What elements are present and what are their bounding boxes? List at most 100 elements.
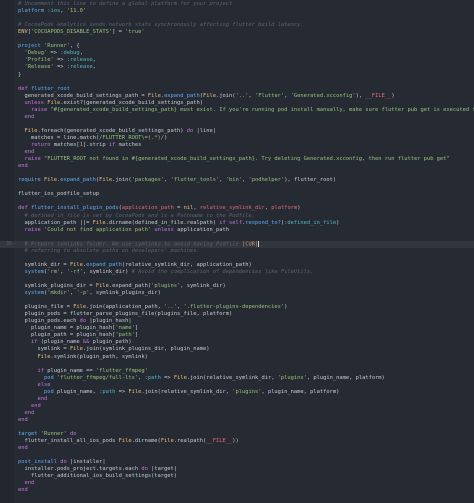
- code-line[interactable]: raise "#{generated_xcode_build_settings_…: [0, 107, 474, 114]
- code-line[interactable]: end: [0, 114, 474, 121]
- code-area[interactable]: # Uncomment this line to define a global…: [0, 0, 474, 503]
- code-line[interactable]: [0, 276, 474, 283]
- code-line[interactable]: plugin_pods = flutter_parse_plugins_file…: [0, 311, 474, 318]
- code-line[interactable]: [0, 255, 474, 262]
- code-line[interactable]: end: [0, 480, 474, 487]
- code-line[interactable]: [0, 297, 474, 304]
- code-token: return: [30, 142, 51, 148]
- code-line[interactable]: # CocoaPods analytics sends network stat…: [0, 22, 474, 29]
- code-token: pod: [43, 374, 54, 381]
- code-token: plugin_path): [89, 339, 132, 346]
- code-token: 'Release': [24, 64, 54, 71]
- code-line[interactable]: # defined_in_file is set by CocoaPods an…: [0, 213, 474, 220]
- code-token: application_path: [173, 226, 230, 233]
- code-line[interactable]: end: [0, 417, 474, 424]
- code-line[interactable]: # Uncomment this line to define a global…: [0, 1, 474, 8]
- code-line[interactable]: generated_xcode_build_settings_path = Fi…: [0, 93, 474, 100]
- code-token: plugin_name ==: [43, 367, 96, 374]
- code-line[interactable]: [0, 452, 474, 459]
- code-token: def: [18, 205, 28, 212]
- code-line[interactable]: project 'Runner', {: [0, 43, 474, 50]
- code-line[interactable]: symlink_plugins_dir = File.expand_path('…: [0, 283, 474, 290]
- code-line[interactable]: flutter_ios_podfile_setup: [0, 191, 474, 198]
- code-line[interactable]: end: [0, 410, 474, 417]
- code-line[interactable]: pod 'flutter_ffmpeg/full-lts', :path => …: [0, 375, 474, 382]
- code-line[interactable]: }: [0, 72, 474, 79]
- code-line[interactable]: flutter_additional_ios_build_settings(ta…: [0, 473, 474, 480]
- code-line[interactable]: target 'Runner' do: [0, 431, 474, 438]
- code-line[interactable]: else: [0, 382, 474, 389]
- code-line[interactable]: [0, 424, 474, 431]
- code-line[interactable]: if plugin_name == 'flutter_ffmpeg': [0, 368, 474, 375]
- code-line[interactable]: [0, 170, 474, 177]
- code-token: =>: [47, 50, 61, 57]
- code-line[interactable]: 'Debug' => :debug,: [0, 50, 474, 57]
- code-line[interactable]: flutter_install_all_ios_pods File.dirnam…: [0, 438, 474, 445]
- code-line[interactable]: matches = line.match(/FLUTTER_ROOT\=(.*)…: [0, 135, 474, 142]
- code-line[interactable]: if (plugin_name && plugin_path): [0, 339, 474, 346]
- code-line[interactable]: 'Profile' => :release,: [0, 57, 474, 64]
- code-token: 'COCOAPODS_DISABLE_STATS': [31, 29, 113, 36]
- code-line-text: 'Profile' => :release,: [18, 57, 96, 64]
- code-line[interactable]: end: [0, 403, 474, 410]
- code-line[interactable]: ENV['COCOAPODS_DISABLE_STATS'] = 'true': [0, 29, 474, 36]
- code-line[interactable]: plugins_file = File.join(application_pat…: [0, 304, 474, 311]
- code-token: end: [37, 395, 48, 402]
- code-line[interactable]: # referring to absolute paths on develop…: [0, 248, 474, 255]
- code-line[interactable]: def flutter_root: [0, 86, 474, 93]
- code-line[interactable]: [0, 234, 474, 241]
- code-line[interactable]: plugin_pods.each do |plugin_hash|: [0, 318, 474, 325]
- code-line[interactable]: plugin_path = plugin_hash['path']: [0, 332, 474, 339]
- code-line[interactable]: post_install do |installer|: [0, 459, 474, 466]
- code-token: 'Profile': [24, 57, 54, 64]
- code-line[interactable]: unless File.exist?(generated_xcode_build…: [0, 100, 474, 107]
- code-line[interactable]: system('rm', '-rf', symlink_dir) # Avoid…: [0, 269, 474, 276]
- code-line[interactable]: symlink = File.join(symlink_plugins_dir,…: [0, 346, 474, 353]
- code-token: , symlink_dir): [82, 268, 132, 275]
- code-line[interactable]: platform :ios, '11.0': [0, 8, 474, 15]
- code-token: unless: [24, 99, 44, 106]
- code-line[interactable]: [0, 198, 474, 205]
- code-token: .symlink(plugin_path, symlink): [50, 353, 148, 360]
- code-editor[interactable]: # Uncomment this line to define a global…: [0, 0, 474, 503]
- code-line[interactable]: plugin_name = plugin_hash['name']: [0, 325, 474, 332]
- code-token: ),: [355, 92, 366, 99]
- code-line[interactable]: require File.expand_path(File.join('pack…: [0, 177, 474, 184]
- code-line[interactable]: end: [0, 445, 474, 452]
- code-line[interactable]: system('mkdir', '-p', symlink_plugins_di…: [0, 290, 474, 297]
- code-line[interactable]: end: [0, 163, 474, 170]
- code-token: , symlink_dir): [180, 283, 226, 289]
- code-line[interactable]: end: [0, 396, 474, 403]
- code-line[interactable]: end: [0, 149, 474, 156]
- code-line[interactable]: 'Release' => :release,: [0, 64, 474, 71]
- code-token: flutter_install_plugin_pods: [31, 205, 119, 212]
- code-line[interactable]: application_path ||= File.dirname(define…: [0, 220, 474, 227]
- code-token: )): [232, 438, 239, 445]
- code-token: # Uncomment this line to define a global…: [18, 1, 233, 7]
- code-line[interactable]: [0, 36, 474, 43]
- code-line[interactable]: end: [0, 487, 474, 494]
- code-line[interactable]: File.foreach(generated_xcode_build_setti…: [0, 128, 474, 135]
- code-line[interactable]: [0, 361, 474, 368]
- code-line-text: # Prepare symlinks folder. We use symlin…: [18, 240, 260, 248]
- code-token: # Prepare symlinks folder. We use symlin…: [24, 241, 239, 248]
- code-line[interactable]: [0, 184, 474, 191]
- code-line[interactable]: symlink_dir = File.expand_path(relative_…: [0, 262, 474, 269]
- code-line[interactable]: raise 'Could not find application path' …: [0, 227, 474, 234]
- code-line[interactable]: [0, 15, 474, 22]
- code-token: '..': [164, 304, 178, 311]
- code-line[interactable]: File.symlink(plugin_path, symlink): [0, 354, 474, 361]
- code-line[interactable]: installer.pods_project.targets.each do |…: [0, 466, 474, 473]
- code-line[interactable]: def flutter_install_plugin_pods(applicat…: [0, 205, 474, 212]
- code-line[interactable]: [0, 121, 474, 128]
- code-line[interactable]: 35 # Prepare symlinks folder. We use sym…: [0, 240, 474, 248]
- code-line[interactable]: [0, 79, 474, 86]
- code-token: # Avoid the complication of dependencies…: [131, 268, 314, 275]
- code-line[interactable]: return matches[1].strip if matches: [0, 142, 474, 149]
- code-token: :defined_in_file: [284, 219, 337, 226]
- code-line[interactable]: raise "FLUTTER_ROOT not found in #{gener…: [0, 156, 474, 163]
- code-line-text: return matches[1].strip if matches: [18, 142, 141, 149]
- code-line-text: end: [18, 417, 28, 424]
- code-line[interactable]: pod plugin_name, :path => File.join(rela…: [0, 389, 474, 396]
- code-token: 'mkdir': [47, 290, 70, 297]
